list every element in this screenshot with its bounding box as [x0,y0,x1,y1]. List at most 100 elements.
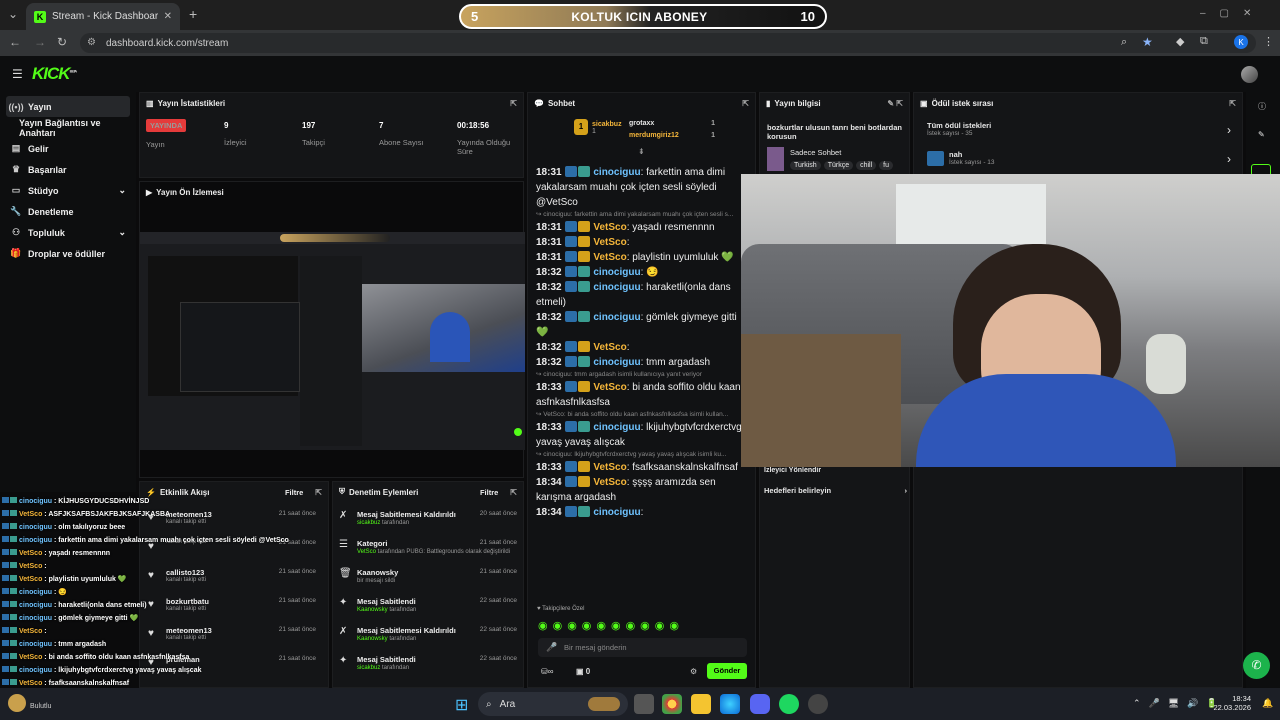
stat-followers-value: 197 [302,121,316,130]
discord-icon[interactable] [750,694,770,714]
popout-icon[interactable]: ⇱ [510,488,517,497]
modlog-row[interactable]: ✗ Mesaj Sabitlemesi Kaldırıldı sicakbuz ta… [339,510,517,527]
browser-menu-icon[interactable]: ⋮ [1263,35,1274,48]
popout-icon[interactable]: ⇱ [742,99,749,108]
stat-live: YAYINDA Yayın [146,119,187,149]
goals-row[interactable]: Hedefleri belirleyin › [764,486,907,495]
badge-icon [2,666,9,672]
bookmark-star-icon[interactable]: ★ [1142,35,1153,49]
url-field[interactable]: dashboard.kick.com/stream [80,33,1256,53]
chevron-right-icon: › [904,486,908,495]
sidebar-item-stream-key[interactable]: Yayın Bağlantısı ve Anahtarı [0,117,136,138]
reward-item-all[interactable]: Tüm ödül istekleri İstek sayısı - 35 › [927,121,1231,137]
mic-icon[interactable]: 🎤 [546,642,557,653]
chat-message: 18:32 cinociguu: gömlek giymeye gitti 💚 [536,310,750,340]
windows-start-icon[interactable]: ⊞ [455,695,468,715]
raid-label[interactable]: İzleyici Yönlendir [764,467,821,474]
modlog-title: Denetim Eylemleri [349,487,419,497]
overlay-chat-line: VetSco : bi anda soffito oldu kaan asfnk… [2,653,189,661]
activity-row[interactable]: ♥ meteomen13 kanalı takip etti 21 saat önce [148,510,316,525]
extension-icon[interactable]: ◆ [1176,35,1184,48]
user-avatar[interactable] [1241,66,1258,83]
sidebar-item-basarilar[interactable]: ♛ Başarılar [0,159,136,180]
spotify-icon[interactable] [779,694,799,714]
filter-button[interactable]: Filtre [480,488,498,497]
points-icon[interactable]: ⛁∞ [541,667,553,676]
modlog-panel: ⛨ Denetim Eylemleri Filtre ⇱ ✗ Mesaj Sabitle… [332,481,524,688]
tab-title: Stream - Kick Dashboard [52,11,158,22]
reload-icon[interactable]: ↻ [57,35,67,49]
badge-icon [577,266,590,277]
info-icon[interactable]: ⓘ [1258,101,1266,112]
tag[interactable]: Turkish [790,161,821,170]
activity-row[interactable]: ♥ callisto123 kanalı takip etti 21 saat önc… [148,568,316,583]
back-icon[interactable]: ← [9,35,21,49]
chat-title: Sohbet [547,98,576,108]
file-explorer-icon[interactable] [691,694,711,714]
task-view-icon[interactable] [634,694,654,714]
profile-avatar[interactable]: K [1234,35,1248,49]
sidebar-item-denetleme[interactable]: 🔧 Denetleme [0,201,136,222]
filter-button[interactable]: Filtre [285,488,303,497]
sidebar-item-studyo[interactable]: ▭ Stüdyo ⌄ [0,180,136,201]
emote-row[interactable]: ◉◉◉◉◉◉◉◉◉◉ [538,619,684,632]
pin-icon[interactable]: ⇟ [638,147,645,156]
notification-icon[interactable]: 🔔 [1262,698,1273,709]
stat-uptime-value: 00:18:56 [457,121,490,130]
sidebar-item-yayin[interactable]: ((•)) Yayın [6,96,130,117]
modlog-row[interactable]: ✦ Mesaj Sabitlendi Kaanowsky tarafından 22 … [339,597,517,614]
taskbar-search-label: Ara [499,698,516,710]
sidebar-item-topluluk[interactable]: ⚇ Topluluk ⌄ [0,222,136,243]
sidebar-item-gelir[interactable]: ▤ Gelir [0,138,136,159]
chat-text: : tmm argadash [640,357,711,368]
tab-search-chevron-icon[interactable]: ⌄ [8,7,18,21]
chat-username: cinociguu [593,357,641,368]
modlog-row[interactable]: ☰ Kategori VetSco tarafından PUBG: Battleg… [339,539,517,556]
support-chat-icon[interactable]: ✆ [1243,652,1270,679]
preview-video[interactable] [140,232,525,450]
popout-icon[interactable]: ⇱ [1229,99,1236,108]
extensions-puzzle-icon[interactable]: ⧉ [1200,35,1208,48]
chat-message: 18:31 VetSco: playlistin uyumluluk 💚 [536,250,750,265]
overlay-chat-line: VetSco : playlistin uyumluluk 💚 [2,575,127,583]
sidebar-item-droplar[interactable]: 🎁 Droplar ve ödüller [0,243,136,264]
send-button[interactable]: Gönder [707,663,747,679]
zoom-icon[interactable]: ⌕ [1121,36,1127,49]
new-tab-icon[interactable]: + [189,6,197,22]
edit-icon[interactable]: ✎ [1258,130,1265,139]
tag[interactable]: chill [856,161,877,170]
tag[interactable]: fu [879,161,894,170]
popout-icon[interactable]: ⇱ [510,99,517,108]
activity-row[interactable]: ♥ meteomen13 kanalı takip etti 21 saat önce [148,626,316,641]
obs-icon[interactable] [808,694,828,714]
chat-timestamp: 18:32 [536,267,562,278]
site-settings-icon[interactable]: ⚙ [87,37,96,48]
chrome-icon[interactable] [662,694,682,714]
kick-logo[interactable]: KICKBETA [32,64,77,84]
chat-input[interactable]: Bir mesaj gönderin [538,638,747,657]
modlog-row[interactable]: ✦ Mesaj Sabitlendi sicakbuz tarafından 22 s… [339,655,517,672]
tag[interactable]: Türkçe [823,161,854,170]
weather-icon[interactable] [8,694,26,712]
edge-icon[interactable] [720,694,740,714]
activity-row[interactable]: ♥ bozkurtbatu kanalı takip etti 21 saat önc… [148,597,316,612]
chat-message: 18:33 VetSco: fsafksaanskalnskalfnsaf [536,460,750,475]
edit-icon[interactable]: ✎ ⇱ [887,99,903,108]
tab-close-icon[interactable]: ✕ [164,11,172,22]
window-controls[interactable]: –▢✕ [1200,8,1265,19]
modlog-row[interactable]: 🗑 Kaanowsky bir mesajı sildi 21 saat önce [339,568,517,585]
shield-icon: ⛨ [339,487,345,496]
hamburger-menu-icon[interactable]: ☰ [12,67,23,81]
popout-icon[interactable]: ⇱ [315,488,322,497]
forward-icon[interactable]: → [34,35,46,49]
modlog-row[interactable]: ✗ Mesaj Sabitlemesi Kaldırıldı Kaanowsky t… [339,626,517,643]
sub-goal-overlay: 5 KOLTUK ICIN ABONEY 10 [459,4,827,29]
clock[interactable]: 18:34 22.03.2026 [1211,694,1251,712]
reward-item-nah[interactable]: nah İstek sayısı - 13 › [949,150,1231,166]
taskbar-search[interactable]: ⌕ Ara [478,692,628,716]
chat-settings-icon[interactable]: ⚙ [690,667,697,676]
browser-tab[interactable]: K Stream - Kick Dashboard ✕ [26,3,180,30]
stream-info-title: Yayın bilgisi [774,98,821,108]
chat-message: 18:31 VetSco: yaşadı resmennnn [536,220,750,235]
rewards-title: Ödül istek sırası [931,98,994,108]
